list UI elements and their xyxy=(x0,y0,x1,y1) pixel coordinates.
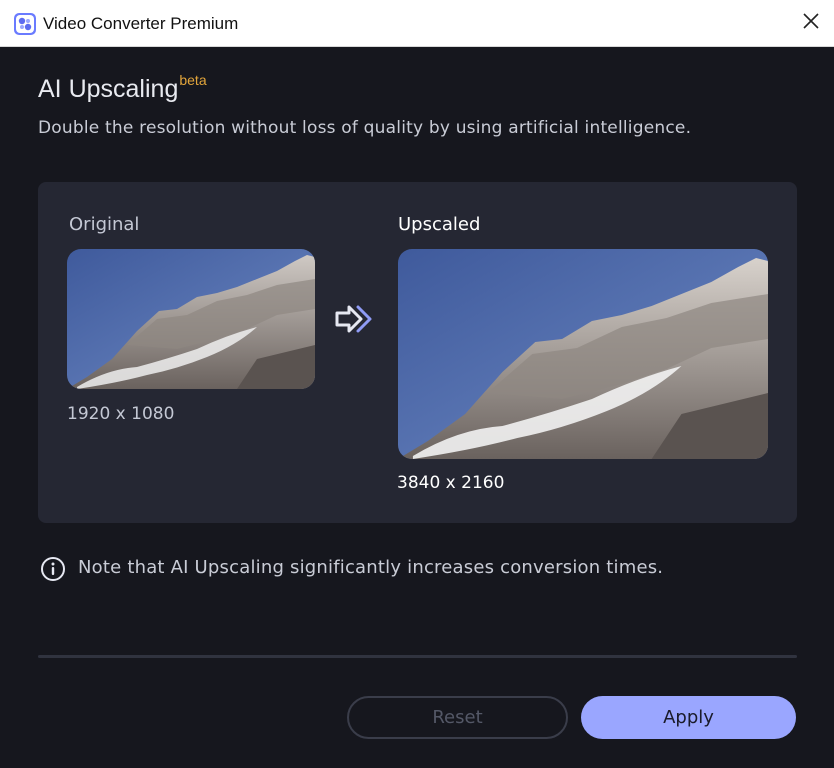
double-arrow-right-icon xyxy=(334,303,378,335)
mountain-landscape-preview xyxy=(398,249,768,459)
info-icon xyxy=(40,556,66,582)
upscaled-resolution: 3840 x 2160 xyxy=(397,473,505,493)
comparison-panel: Original 1920 x 1080 Upscaled 3840 x 216… xyxy=(38,182,797,523)
window-title: Video Converter Premium xyxy=(43,14,239,33)
beta-badge: beta xyxy=(179,72,207,88)
divider xyxy=(38,655,797,658)
page-subtitle: Double the resolution without loss of qu… xyxy=(38,118,692,138)
dialog-content: AI Upscalingbeta Double the resolution w… xyxy=(0,47,834,768)
original-resolution: 1920 x 1080 xyxy=(67,404,175,424)
title-bar: Video Converter Premium xyxy=(0,0,834,47)
page-title: AI Upscalingbeta xyxy=(38,72,207,104)
upscaling-note: Note that AI Upscaling significantly inc… xyxy=(78,557,664,578)
mountain-landscape-thumbnail xyxy=(67,249,315,389)
original-label: Original xyxy=(69,214,140,235)
close-button[interactable] xyxy=(788,0,834,46)
close-icon xyxy=(803,13,819,33)
page-title-text: AI Upscaling xyxy=(38,75,179,103)
upscaled-label: Upscaled xyxy=(398,214,481,235)
reset-button[interactable]: Reset xyxy=(347,696,568,739)
apply-button[interactable]: Apply xyxy=(581,696,796,739)
video-converter-app-icon xyxy=(14,13,36,35)
